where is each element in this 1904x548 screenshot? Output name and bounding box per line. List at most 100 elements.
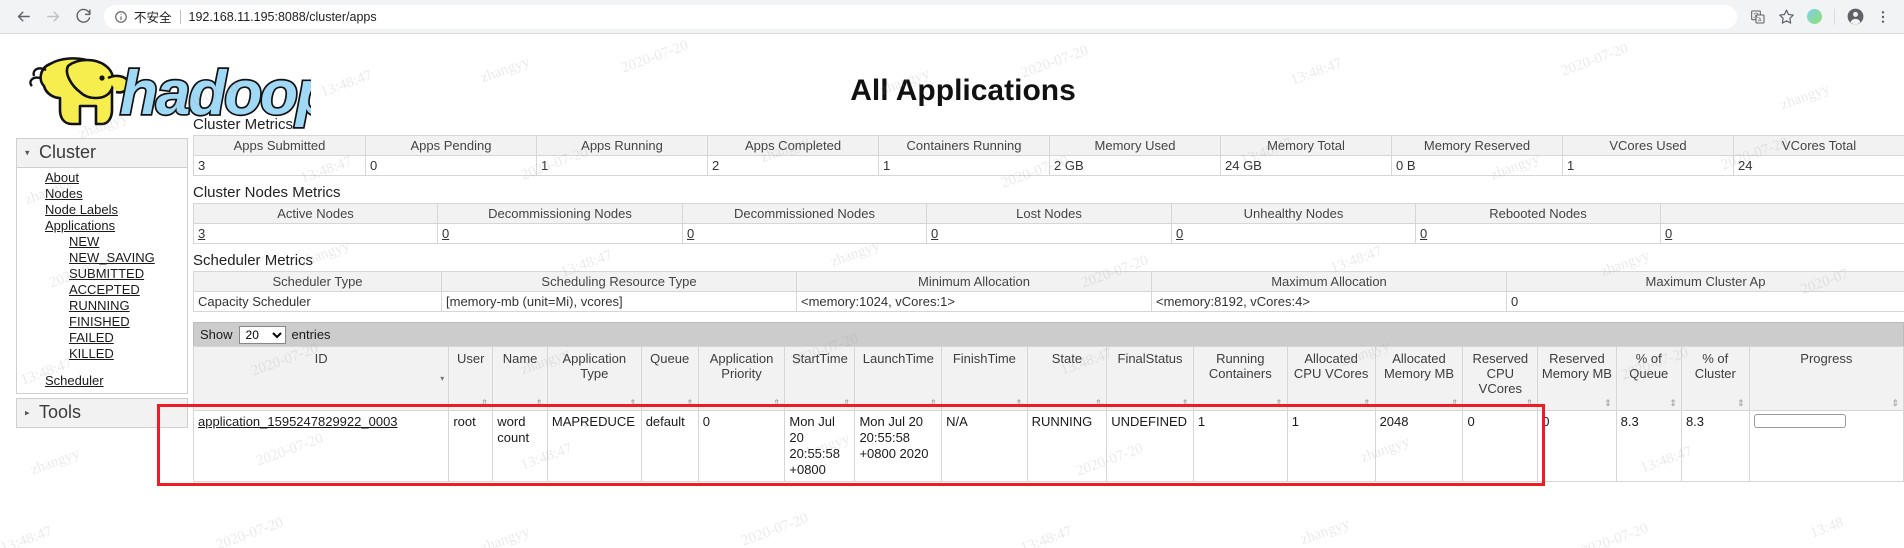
sort-icon[interactable]: ⇕: [1015, 399, 1023, 408]
table-header-row: Apps Submitted Apps Pending Apps Running…: [193, 135, 1904, 156]
col-unhealthy-nodes: Unhealthy Nodes: [1171, 203, 1416, 224]
sidebar-item-killed[interactable]: KILLED: [17, 346, 187, 362]
sidebar-item-submitted[interactable]: SUBMITTED: [17, 266, 187, 282]
col-launch-time[interactable]: LaunchTime ⇕: [854, 346, 943, 411]
sort-icon[interactable]: ⇕: [1604, 399, 1612, 408]
watermark: 13:48:47: [0, 523, 55, 548]
val-apps-pending: 0: [365, 155, 537, 176]
sort-icon[interactable]: ⇕: [1363, 399, 1371, 408]
sort-icon[interactable]: ⇕: [843, 399, 851, 408]
sort-icon[interactable]: ⇕: [1451, 399, 1459, 408]
col-memory-reserved: Memory Reserved: [1391, 135, 1563, 156]
cell-finish-time: N/A: [941, 410, 1028, 482]
application-id-link[interactable]: application_1595247829922_0003: [198, 414, 398, 429]
sort-icon[interactable]: ⇕: [535, 399, 543, 408]
account-icon[interactable]: [1842, 4, 1868, 30]
sidebar-item-scheduler[interactable]: Scheduler: [17, 373, 187, 389]
col-decommissioned-nodes: Decommissioned Nodes: [682, 203, 927, 224]
col-running-containers[interactable]: Running Containers ⇕: [1193, 346, 1288, 411]
sort-icon[interactable]: ⇕: [1526, 399, 1534, 408]
col-apps-submitted: Apps Submitted: [193, 135, 366, 156]
sidebar-item-about[interactable]: About: [17, 170, 187, 186]
applications-section: Show 20 50 100 entries I: [192, 322, 1904, 482]
sidebar-item-accepted[interactable]: ACCEPTED: [17, 282, 187, 298]
sidebar-item-node-labels[interactable]: Node Labels: [17, 202, 187, 218]
col-user[interactable]: User ⇕: [448, 346, 494, 411]
col-queue[interactable]: Queue ⇕: [641, 346, 699, 411]
sort-desc-icon[interactable]: ▾: [440, 374, 444, 383]
col-start-time[interactable]: StartTime ⇕: [784, 346, 856, 411]
col-state[interactable]: State ⇕: [1027, 346, 1108, 411]
shutdown-nodes-link[interactable]: 0: [1665, 226, 1672, 241]
col-application-type[interactable]: Application Type ⇕: [547, 346, 642, 411]
sort-icon[interactable]: ⇕: [481, 399, 489, 408]
col-application-priority[interactable]: Application Priority ⇕: [698, 346, 786, 411]
three-dot-menu-icon[interactable]: [1870, 4, 1896, 30]
sidebar-section-tools-title: Tools: [39, 402, 82, 422]
col-progress[interactable]: Progress ⇕: [1749, 346, 1904, 411]
col-application-type-label: Application Type: [562, 351, 627, 381]
profile-avatar-icon[interactable]: [1801, 4, 1827, 30]
forward-arrow-icon[interactable]: [38, 2, 68, 32]
col-finish-time[interactable]: FinishTime ⇕: [941, 346, 1028, 411]
sort-icon[interactable]: ⇕: [773, 399, 781, 408]
sidebar-item-failed[interactable]: FAILED: [17, 330, 187, 346]
star-icon[interactable]: [1773, 4, 1799, 30]
sidebar-item-new-saving[interactable]: NEW_SAVING: [17, 250, 187, 266]
col-allocated-memory-mb[interactable]: Allocated Memory MB ⇕: [1375, 346, 1464, 411]
col-final-status[interactable]: FinalStatus ⇕: [1106, 346, 1194, 411]
cluster-nodes-metrics-table: Active Nodes Decommissioning Nodes Decom…: [193, 203, 1904, 244]
sidebar-item-running[interactable]: RUNNING: [17, 298, 187, 314]
decommissioning-nodes-link[interactable]: 0: [442, 226, 449, 241]
col-allocated-cpu-vcores-label: Allocated CPU VCores: [1293, 351, 1369, 381]
val-decommissioning-nodes: 0: [437, 223, 683, 244]
sort-icon[interactable]: ⇕: [930, 399, 938, 408]
col-pct-of-cluster[interactable]: % of Cluster ⇕: [1681, 346, 1750, 411]
val-lost-nodes: 0: [926, 223, 1172, 244]
rebooted-nodes-link[interactable]: 0: [1420, 226, 1427, 241]
sort-icon[interactable]: ⇕: [629, 399, 637, 408]
info-circle-icon[interactable]: [114, 10, 128, 24]
sidebar-section-tools-header[interactable]: ▸ Tools: [17, 399, 187, 427]
sort-icon[interactable]: ⇕: [1737, 399, 1745, 408]
col-reserved-memory-mb[interactable]: Reserved Memory MB ⇕: [1537, 346, 1617, 411]
chevron-down-icon: ▾: [25, 147, 30, 158]
sidebar-item-finished[interactable]: FINISHED: [17, 314, 187, 330]
decommissioned-nodes-link[interactable]: 0: [687, 226, 694, 241]
val-scheduling-resource-type: [memory-mb (unit=Mi), vcores]: [441, 291, 797, 312]
col-reserved-cpu-vcores[interactable]: Reserved CPU VCores ⇕: [1462, 346, 1539, 411]
unhealthy-nodes-link[interactable]: 0: [1176, 226, 1183, 241]
back-arrow-icon[interactable]: [8, 2, 38, 32]
col-allocated-cpu-vcores[interactable]: Allocated CPU VCores ⇕: [1287, 346, 1376, 411]
sidebar-section-cluster-header[interactable]: ▾ Cluster: [17, 139, 187, 168]
cluster-nodes-metrics-section: Cluster Nodes Metrics Active Nodes Decom…: [193, 184, 1904, 244]
hadoop-logo[interactable]: hadoop: [16, 40, 311, 134]
col-apps-pending: Apps Pending: [365, 135, 537, 156]
sidebar-item-new[interactable]: NEW: [17, 234, 187, 250]
sidebar-item-nodes[interactable]: Nodes: [17, 186, 187, 202]
table-row[interactable]: application_1595247829922_0003 root word…: [192, 410, 1904, 482]
table-header-row: Scheduler Type Scheduling Resource Type …: [193, 271, 1904, 292]
col-maximum-cluster-app-prio: Maximum Cluster Ap: [1506, 271, 1904, 292]
applications-table: ID ▾ User ⇕ Name ⇕ Application Type ⇕ Queue ⇕…: [192, 346, 1904, 482]
sort-icon[interactable]: ⇕: [686, 399, 694, 408]
sort-icon[interactable]: ⇕: [1181, 399, 1189, 408]
translate-icon[interactable]: 文A: [1745, 4, 1771, 30]
active-nodes-link[interactable]: 3: [198, 226, 205, 241]
sort-icon[interactable]: ⇕: [1891, 399, 1899, 408]
val-maximum-cluster-app-prio: 0: [1506, 291, 1904, 312]
sort-icon[interactable]: ⇕: [1095, 399, 1103, 408]
sidebar-item-applications[interactable]: Applications: [17, 218, 187, 234]
table-row: 3 0 0 0 0 0 0: [193, 223, 1904, 244]
sort-icon[interactable]: ⇕: [1669, 399, 1677, 408]
cell-name: word count: [492, 410, 548, 482]
col-id[interactable]: ID ▾: [192, 346, 450, 411]
sort-icon[interactable]: ⇕: [1275, 399, 1283, 408]
col-decommissioning-nodes: Decommissioning Nodes: [437, 203, 683, 224]
entries-per-page-select[interactable]: 20 50 100: [238, 325, 286, 344]
lost-nodes-link[interactable]: 0: [931, 226, 938, 241]
reload-icon[interactable]: [68, 2, 98, 32]
address-bar[interactable]: 不安全 192.168.11.195:8088/cluster/apps: [104, 4, 1737, 29]
col-name[interactable]: Name ⇕: [492, 346, 548, 411]
col-pct-of-queue[interactable]: % of Queue ⇕: [1616, 346, 1682, 411]
